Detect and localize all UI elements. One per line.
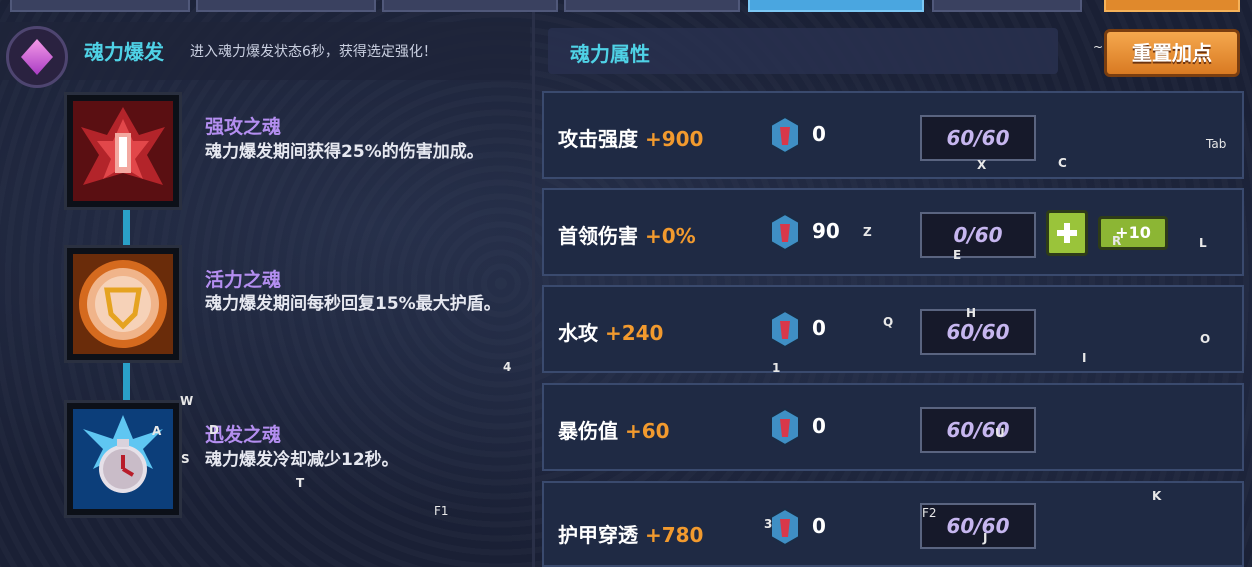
soul-description: 魂力爆发期间每秒回复15%最大护盾。 <box>205 294 501 314</box>
tab-6[interactable] <box>932 0 1082 12</box>
attribute-bonus: +900 <box>644 127 704 151</box>
points-cap: 0/60 <box>920 212 1036 258</box>
panel-divider <box>532 12 535 567</box>
key-hint: R <box>1112 234 1122 248</box>
soul-burst-icon <box>6 26 68 88</box>
key-hint: E <box>953 248 962 262</box>
gem-count: 0 <box>812 414 826 438</box>
key-hint: 4 <box>503 360 512 374</box>
soul-slot-vitality[interactable] <box>64 245 182 363</box>
gem-count: 90 <box>812 219 840 243</box>
soul-slot-swift[interactable] <box>64 400 182 518</box>
add-ten-points-button[interactable]: +10 <box>1098 216 1168 250</box>
attribute-row-water-attack: 水攻 +240 0 60/60 <box>542 285 1244 373</box>
key-hint: K <box>1152 489 1162 503</box>
gem-count: 0 <box>812 316 826 340</box>
red-flame-soul-icon <box>73 101 173 201</box>
key-hint: Tab <box>1206 137 1227 151</box>
key-hint: U <box>995 426 1005 440</box>
points-cap: 60/60 <box>920 115 1036 161</box>
attribute-row-armor-pierce: 护甲穿透 +780 0 60/60 <box>542 481 1244 567</box>
add-point-button[interactable] <box>1046 210 1088 256</box>
key-hint: 1 <box>772 361 781 375</box>
key-hint: L <box>1199 236 1207 250</box>
attribute-row-crit-damage: 暴伤值 +60 0 60/60 <box>542 383 1244 471</box>
soul-slot-attack[interactable] <box>64 92 182 210</box>
soul-name: 活力之魂 <box>205 269 282 291</box>
points-cap: 60/60 <box>920 309 1036 355</box>
key-hint: ~ <box>1093 40 1104 54</box>
burst-title: 魂力爆发 <box>84 40 164 64</box>
soul-gem-icon <box>770 507 800 547</box>
key-hint: D <box>209 423 219 437</box>
key-hint: Z <box>863 225 872 239</box>
attribute-label: 水攻 +240 <box>558 321 664 345</box>
key-hint: A <box>152 424 162 438</box>
gem-count: 0 <box>812 514 826 538</box>
attribute-label: 攻击强度 +900 <box>558 127 704 151</box>
tab-2[interactable] <box>196 0 376 12</box>
reset-points-button[interactable]: 重置加点 <box>1104 29 1240 77</box>
tab-7[interactable] <box>1104 0 1240 12</box>
key-hint: F2 <box>922 506 937 520</box>
tab-soul-active[interactable] <box>748 0 924 12</box>
attribute-label: 暴伤值 +60 <box>558 419 670 443</box>
key-hint: F1 <box>434 504 449 518</box>
attribute-label: 护甲穿透 +780 <box>558 523 704 547</box>
attribute-bonus: +780 <box>644 523 704 547</box>
orange-shield-soul-icon <box>73 254 173 354</box>
attribute-bonus: +60 <box>624 419 670 443</box>
attribute-label: 首领伤害 +0% <box>558 224 696 248</box>
key-hint: W <box>180 394 194 408</box>
gem-count: 0 <box>812 122 826 146</box>
key-hint: O <box>1200 332 1211 346</box>
soul-gem-icon <box>770 115 800 155</box>
key-hint: J <box>983 531 988 545</box>
tab-4[interactable] <box>564 0 740 12</box>
burst-description: 进入魂力爆发状态6秒，获得选定强化！ <box>190 44 437 60</box>
attribute-bonus: +0% <box>644 224 696 248</box>
points-cap: 60/60 <box>920 407 1036 453</box>
attribute-row-attack: 攻击强度 +900 0 60/60 <box>542 91 1244 179</box>
attribute-bonus: +240 <box>604 321 664 345</box>
key-hint: I <box>1082 351 1087 365</box>
key-hint: C <box>1058 156 1067 170</box>
key-hint: T <box>296 476 305 490</box>
key-hint: 3 <box>764 517 773 531</box>
soul-gem-icon <box>770 309 800 349</box>
key-hint: S <box>181 452 190 466</box>
attributes-title: 魂力属性 <box>570 42 650 66</box>
key-hint: H <box>966 306 977 320</box>
soul-gem-icon <box>770 212 800 252</box>
soul-gem-icon <box>770 407 800 447</box>
points-cap: 60/60 <box>920 503 1036 549</box>
soul-name: 强攻之魂 <box>205 116 282 138</box>
tab-3[interactable] <box>382 0 558 12</box>
key-hint: Q <box>883 315 894 329</box>
key-hint: X <box>977 158 987 172</box>
top-tab-bar <box>0 0 1252 12</box>
attribute-row-boss-damage: 首领伤害 +0% 90 0/60 +10 <box>542 188 1244 276</box>
soul-description: 魂力爆发期间获得25%的伤害加成。 <box>205 142 484 162</box>
tab-1[interactable] <box>10 0 190 12</box>
soul-connector <box>123 358 130 404</box>
soul-description: 魂力爆发冷却减少12秒。 <box>205 450 399 470</box>
